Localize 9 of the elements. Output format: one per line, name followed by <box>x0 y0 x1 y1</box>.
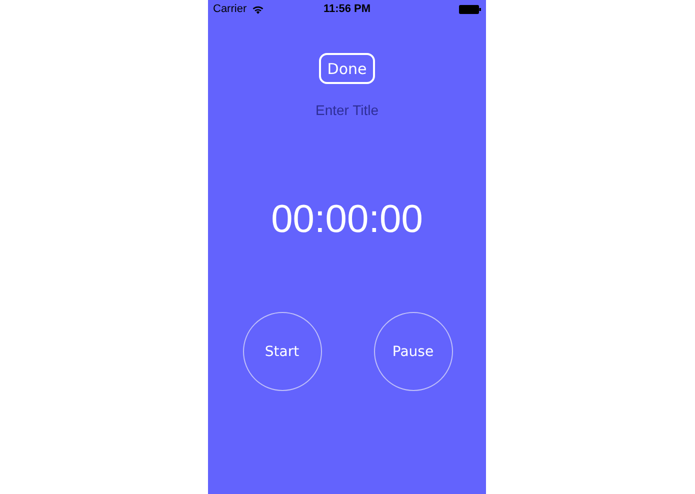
title-field[interactable]: Enter Title <box>272 100 422 120</box>
round-button[interactable]: Pause <box>374 312 452 391</box>
done-button[interactable]: Done <box>319 53 375 84</box>
carrier-label: Carrier <box>213 3 247 15</box>
round-button[interactable]: Start <box>242 312 322 391</box>
battery-icon <box>459 4 481 14</box>
wifi-icon <box>252 4 264 14</box>
clock-time: 11:56 PM <box>323 3 371 15</box>
timer-display: 00:00:00 <box>271 198 423 242</box>
